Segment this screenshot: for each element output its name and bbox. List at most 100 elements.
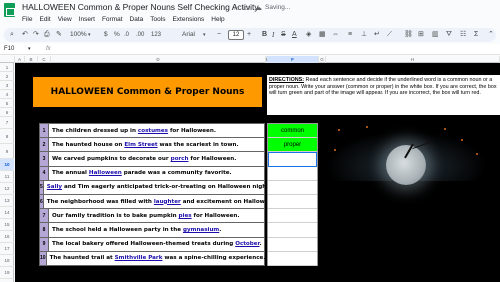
row-headers: 1 2 3 4 5 6 7 8 9 10 11 12 13 14 15 16 17 18 19 xyxy=(0,63,14,282)
currency-format-button[interactable]: $ xyxy=(104,29,108,41)
column-header[interactable]: B xyxy=(25,56,38,63)
answer-input[interactable]: common xyxy=(268,124,317,139)
column-header[interactable]: A xyxy=(15,56,25,63)
ember-sparkle xyxy=(334,149,336,151)
bold-button[interactable]: B xyxy=(262,29,267,41)
print-icon[interactable]: ⎙ xyxy=(44,29,50,41)
row-header[interactable]: 13 xyxy=(0,195,14,207)
sheets-logo-icon[interactable] xyxy=(4,3,15,17)
zoom-select[interactable]: 100% xyxy=(70,29,87,41)
column-header-selected[interactable]: F xyxy=(267,56,319,63)
menu-extensions[interactable]: Extensions xyxy=(172,15,204,25)
menu-tools[interactable]: Tools xyxy=(150,15,165,25)
star-icon[interactable]: ☆ xyxy=(232,3,239,12)
column-header[interactable]: D xyxy=(51,56,266,63)
column-header[interactable]: H xyxy=(326,56,500,63)
row-header[interactable]: 16 xyxy=(0,231,14,243)
document-title[interactable]: HALLOWEEN Common & Proper Nouns Self Che… xyxy=(22,2,259,12)
horizontal-align-icon[interactable]: ≡ xyxy=(348,29,352,41)
row-header[interactable]: 1 xyxy=(0,63,14,72)
sentence-after: parade was a community favorite. xyxy=(121,170,232,177)
row-header-selected[interactable]: 10 xyxy=(0,159,14,171)
answer-input[interactable] xyxy=(268,181,317,195)
question-number: 2 xyxy=(40,138,49,152)
increase-decimal-button[interactable]: .00 xyxy=(136,29,144,41)
sentence-before: The children dressed up in xyxy=(52,127,138,134)
row-header[interactable]: 9 xyxy=(0,144,14,159)
functions-icon[interactable]: Σ xyxy=(474,29,478,41)
ember-sparkle xyxy=(476,153,478,155)
row-header[interactable]: 3 xyxy=(0,81,14,90)
sentence-after: for Halloween. xyxy=(168,127,216,134)
borders-icon[interactable]: ▦ xyxy=(319,29,326,41)
row-header[interactable]: 18 xyxy=(0,255,14,267)
answer-input[interactable] xyxy=(268,223,317,238)
sentence-after: and excitement on Halloween. xyxy=(180,198,279,205)
menu-data[interactable]: Data xyxy=(130,15,144,25)
undo-icon[interactable]: ↶ xyxy=(22,29,28,41)
row-header[interactable]: 17 xyxy=(0,243,14,255)
merge-cells-icon[interactable]: ⇔ xyxy=(332,29,339,41)
column-header[interactable]: G xyxy=(319,56,326,63)
row-header[interactable]: 4 xyxy=(0,90,14,99)
row-header[interactable]: 19 xyxy=(0,267,14,279)
insert-comment-icon[interactable]: ⊞ xyxy=(418,29,424,41)
percent-format-button[interactable]: % xyxy=(114,29,120,41)
font-size-decrease-button[interactable]: − xyxy=(217,29,221,41)
answer-input[interactable] xyxy=(268,195,317,210)
menu-help[interactable]: Help xyxy=(211,15,224,25)
hide-menus-icon[interactable]: ⌃ xyxy=(488,29,494,41)
filter-icon[interactable]: ⛛ xyxy=(446,29,452,41)
zoom-chevron-icon[interactable]: ▾ xyxy=(88,29,91,41)
more-formats-button[interactable]: 123 xyxy=(151,29,161,41)
vertical-align-icon[interactable]: ⊥ xyxy=(361,29,367,41)
font-size-input[interactable]: 12 xyxy=(228,30,244,40)
answer-input[interactable] xyxy=(268,238,317,252)
text-color-button[interactable]: A xyxy=(292,29,297,41)
paint-format-icon[interactable]: ✎ xyxy=(56,29,62,41)
italic-button[interactable]: I xyxy=(272,29,274,41)
row-header[interactable]: 2 xyxy=(0,72,14,81)
menu-format[interactable]: Format xyxy=(102,15,123,25)
decrease-decimal-button[interactable]: .0 xyxy=(124,29,129,41)
font-chevron-icon[interactable]: ▾ xyxy=(203,29,206,41)
row-header[interactable]: 11 xyxy=(0,171,14,183)
sentence-before: The annual xyxy=(52,170,89,177)
name-box[interactable]: F10 xyxy=(4,45,14,54)
row-header[interactable]: 7 xyxy=(0,117,14,129)
row-header[interactable]: 12 xyxy=(0,183,14,195)
question-sentence: The local bakery offered Halloween-theme… xyxy=(49,241,262,247)
row-header[interactable]: 5 xyxy=(0,99,14,108)
name-box-chevron-icon[interactable]: ▾ xyxy=(28,45,31,54)
fill-color-icon[interactable]: ◈ xyxy=(306,29,311,41)
underlined-noun: October xyxy=(235,241,260,248)
menu-edit[interactable]: Edit xyxy=(39,15,50,25)
menu-insert[interactable]: Insert xyxy=(79,15,95,25)
sheet-area[interactable]: HALLOWEEN Common & Proper Nouns DIRECTIO… xyxy=(15,63,500,282)
menu-view[interactable]: View xyxy=(58,15,72,25)
insert-link-icon[interactable]: ⛓ xyxy=(404,29,413,41)
row-header[interactable]: 8 xyxy=(0,129,14,144)
answer-input-active[interactable] xyxy=(268,152,317,167)
column-header[interactable]: C xyxy=(38,56,51,63)
redo-icon[interactable]: ↷ xyxy=(33,29,39,41)
answer-input[interactable]: proper xyxy=(268,138,317,153)
text-wrap-icon[interactable]: ↵ xyxy=(374,29,380,41)
answer-input[interactable] xyxy=(268,167,317,181)
strikethrough-button[interactable]: S xyxy=(281,29,286,41)
insert-chart-icon[interactable]: ▥ xyxy=(432,29,439,41)
row-header[interactable]: 14 xyxy=(0,207,14,219)
answer-input[interactable] xyxy=(268,209,317,224)
answer-input[interactable] xyxy=(268,252,317,266)
filter-views-icon[interactable]: ☷ xyxy=(460,29,466,41)
menu-file[interactable]: File xyxy=(22,15,32,25)
row-header[interactable]: 15 xyxy=(0,219,14,231)
select-all-corner[interactable] xyxy=(0,56,15,63)
text-rotation-icon[interactable]: ⟋ xyxy=(387,29,392,41)
font-size-increase-button[interactable]: + xyxy=(247,29,251,41)
sentence-before: The haunted house on xyxy=(52,141,125,148)
move-folder-icon[interactable]: ▭ xyxy=(243,3,251,12)
font-select[interactable]: Arial xyxy=(182,29,195,41)
search-menus-icon[interactable]: ⌕ xyxy=(10,29,14,41)
row-header[interactable]: 6 xyxy=(0,108,14,117)
